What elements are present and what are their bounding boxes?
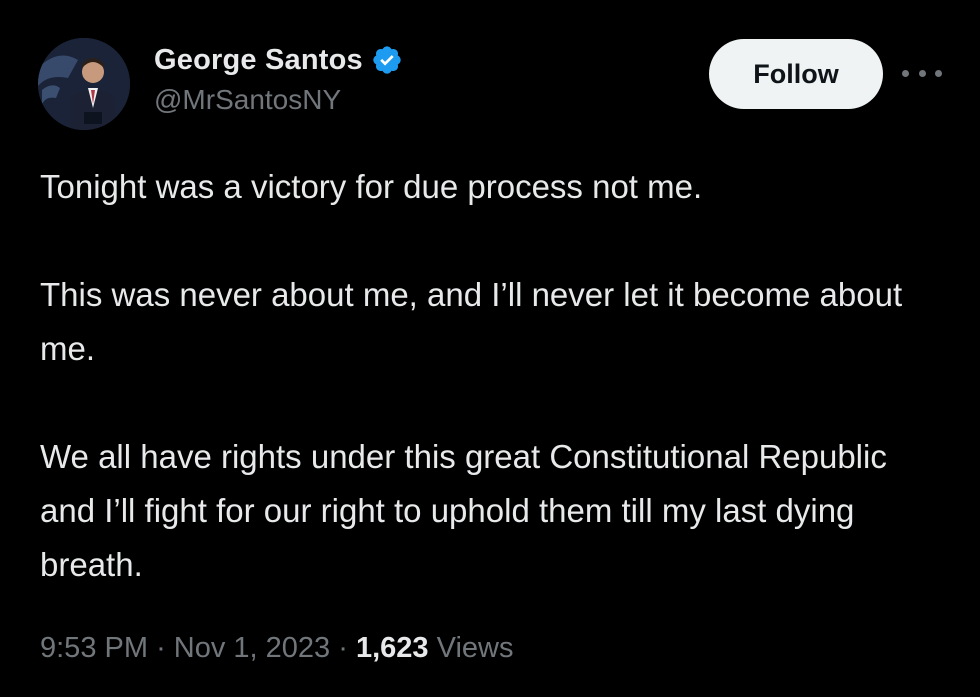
dot (935, 69, 942, 77)
meta-separator: · (338, 632, 348, 664)
tweet-text: Tonight was a victory for due process no… (40, 160, 950, 592)
dot (918, 69, 926, 77)
verified-badge-icon[interactable] (371, 44, 403, 76)
author-avatar[interactable] (38, 38, 130, 130)
author-display-name[interactable]: George Santos (154, 44, 363, 77)
author-name-row: George Santos (154, 40, 403, 80)
views-count[interactable]: 1,623 (356, 632, 429, 664)
tweet-time[interactable]: 9:53 PM (40, 632, 148, 664)
tweet-meta: 9:53 PM · Nov 1, 2023 · 1,623 Views (40, 632, 513, 665)
tweet-card: George Santos @MrSantosNY Follow Tonight… (0, 0, 980, 697)
views-label: Views (436, 632, 514, 664)
follow-button[interactable]: Follow (709, 39, 883, 109)
tweet-paragraph: Tonight was a victory for due process no… (40, 168, 703, 205)
tweet-paragraph: We all have rights under this great Cons… (40, 438, 887, 583)
tweet-paragraph: This was never about me, and I’ll never … (40, 276, 903, 367)
dot (902, 69, 909, 77)
tweet-date[interactable]: Nov 1, 2023 (174, 632, 330, 664)
author-handle[interactable]: @MrSantosNY (154, 84, 341, 116)
avatar-photo-icon (38, 38, 130, 130)
meta-separator: · (156, 632, 166, 664)
more-options-icon[interactable] (902, 60, 942, 86)
